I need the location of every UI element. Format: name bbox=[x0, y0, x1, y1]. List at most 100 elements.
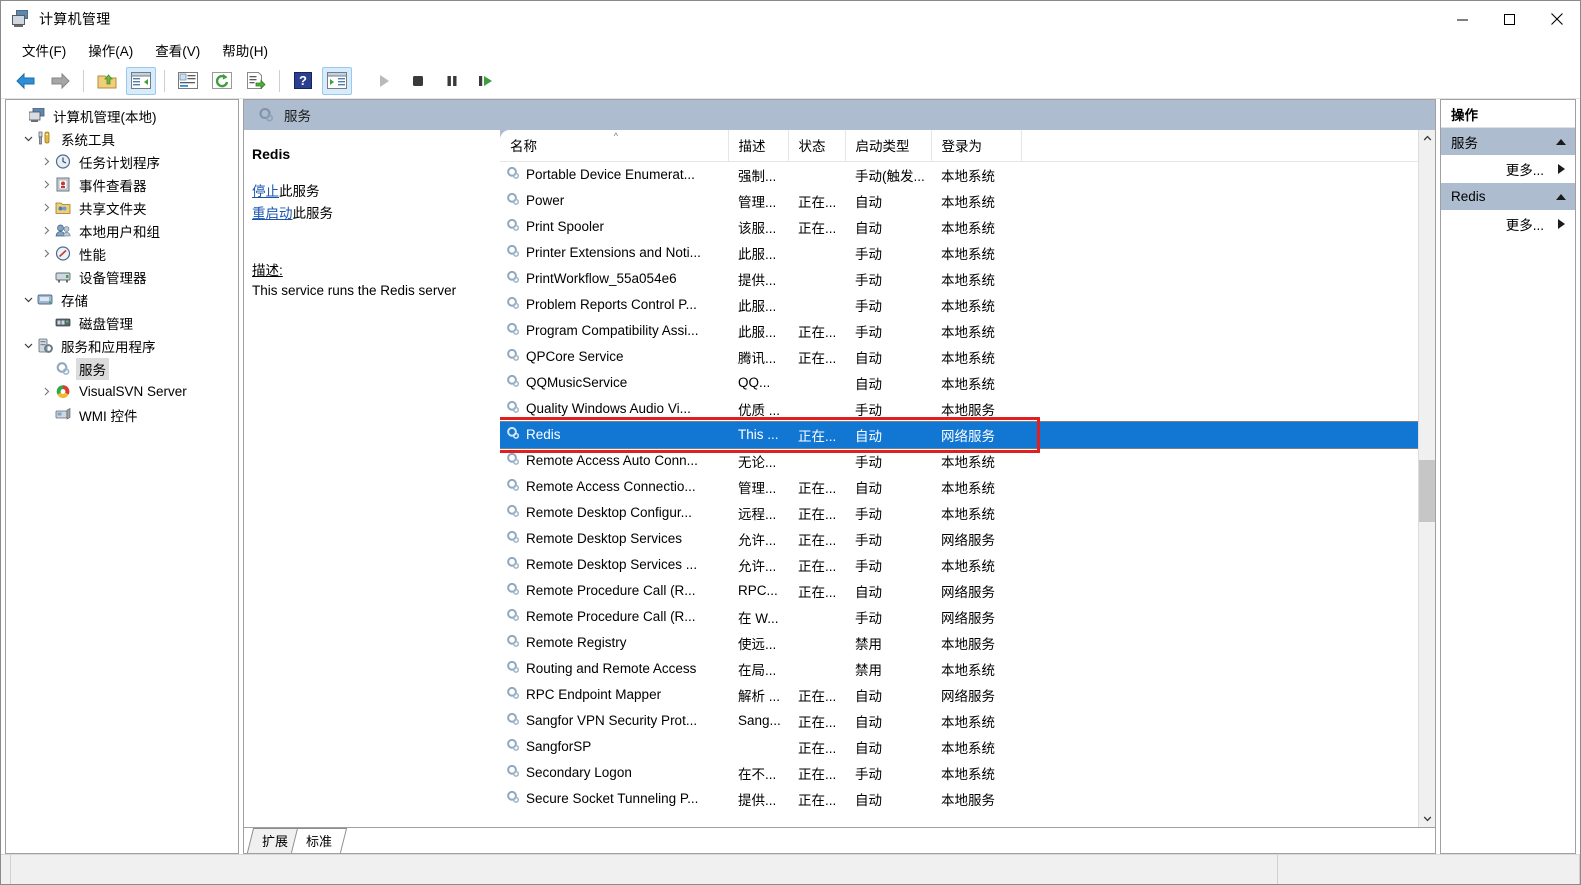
stop-service-link[interactable]: 停止 bbox=[252, 184, 279, 199]
restart-service-icon[interactable] bbox=[471, 67, 501, 95]
table-row[interactable]: Portable Device Enumerat... 强制... 手动(触发...… bbox=[500, 162, 1435, 188]
table-row[interactable]: QQMusicService QQ... 自动 本地系统 bbox=[500, 370, 1435, 396]
close-button[interactable] bbox=[1533, 1, 1580, 37]
tree-item-task-scheduler[interactable]: 任务计划程序 bbox=[6, 150, 238, 173]
properties-icon[interactable] bbox=[173, 67, 203, 95]
actions-group-services[interactable]: 服务 bbox=[1441, 128, 1575, 155]
table-row[interactable]: Routing and Remote Access 在局... 禁用 本地系统 bbox=[500, 656, 1435, 682]
tree-expander-chevron-right-icon[interactable] bbox=[38, 203, 54, 212]
table-row[interactable]: Secure Socket Tunneling P... 提供... 正在... 自动… bbox=[500, 786, 1435, 812]
tree-item-computer-management[interactable]: 计算机管理(本地) bbox=[6, 104, 238, 127]
clock-icon bbox=[54, 154, 72, 169]
table-row[interactable]: RPC Endpoint Mapper 解析 ... 正在... 自动 网络服务 bbox=[500, 682, 1435, 708]
tree-item-local-users-groups[interactable]: 本地用户和组 bbox=[6, 219, 238, 242]
scroll-up-arrow-icon[interactable] bbox=[1419, 130, 1435, 147]
gear-icon bbox=[506, 790, 521, 807]
table-row[interactable]: Secondary Logon 在不... 正在... 手动 本地系统 bbox=[500, 760, 1435, 786]
tree-expander-chevron-right-icon[interactable] bbox=[38, 249, 54, 258]
tree-expander-chevron-right-icon[interactable] bbox=[38, 387, 54, 396]
tree-item-wmi-control[interactable]: WMI 控件 bbox=[6, 403, 238, 426]
tree-expander-chevron-down-icon[interactable] bbox=[20, 341, 36, 350]
tree-expander-chevron-down-icon[interactable] bbox=[20, 134, 36, 143]
menu-help[interactable]: 帮助(H) bbox=[211, 37, 279, 63]
vertical-scrollbar[interactable] bbox=[1418, 130, 1435, 827]
tree-item-shared-folders[interactable]: 共享文件夹 bbox=[6, 196, 238, 219]
column-header-status[interactable]: 状态 bbox=[788, 130, 846, 162]
export-list-icon[interactable] bbox=[241, 67, 271, 95]
tree-item-event-viewer[interactable]: 事件查看器 bbox=[6, 173, 238, 196]
table-row[interactable]: Remote Procedure Call (R... 在 W... 手动 网络服务 bbox=[500, 604, 1435, 630]
tree-expander-chevron-right-icon[interactable] bbox=[38, 226, 54, 235]
menu-file[interactable]: 文件(F) bbox=[11, 37, 77, 63]
cell-filler bbox=[1021, 240, 1435, 266]
table-row[interactable]: Remote Access Auto Conn... 无论... 手动 本地系统 bbox=[500, 448, 1435, 474]
chevron-up-icon[interactable] bbox=[1556, 193, 1566, 200]
scroll-down-arrow-icon[interactable] bbox=[1419, 810, 1435, 827]
console-tree[interactable]: 计算机管理(本地) 系统工具 任务计划程序 事件查看器 共享文件夹 本地用户和组… bbox=[5, 99, 239, 854]
table-row[interactable]: Remote Desktop Services 允许... 正在... 手动 网络服务 bbox=[500, 526, 1435, 552]
table-row[interactable]: Remote Access Connectio... 管理... 正在... 自动 本地… bbox=[500, 474, 1435, 500]
cell-log-on-as: 本地系统 bbox=[941, 454, 995, 470]
table-row[interactable]: Print Spooler 该服... 正在... 自动 本地系统 bbox=[500, 214, 1435, 240]
table-row[interactable]: SangforSP 正在... 自动 本地系统 bbox=[500, 734, 1435, 760]
column-header-description[interactable]: 描述 bbox=[728, 130, 789, 162]
refresh-icon[interactable] bbox=[207, 67, 237, 95]
tree-item-performance[interactable]: 性能 bbox=[6, 242, 238, 265]
tree-expander-chevron-down-icon[interactable] bbox=[20, 295, 36, 304]
table-row[interactable]: Program Compatibility Assi... 此服... 正在... 手… bbox=[500, 318, 1435, 344]
table-row[interactable]: Remote Procedure Call (R... RPC... 正在... 自动… bbox=[500, 578, 1435, 604]
show-action-pane-icon[interactable] bbox=[322, 66, 352, 95]
table-row[interactable]: Remote Desktop Configur... 远程... 正在... 手动 本地… bbox=[500, 500, 1435, 526]
table-row[interactable]: Problem Reports Control P... 此服... 手动 本地系统 bbox=[500, 292, 1435, 318]
forward-icon[interactable] bbox=[45, 67, 75, 95]
restart-service-link[interactable]: 重启动 bbox=[252, 206, 293, 221]
tree-item-label: 本地用户和组 bbox=[79, 224, 160, 240]
table-row[interactable]: Remote Registry 使远... 禁用 本地服务 bbox=[500, 630, 1435, 656]
actions-group-redis[interactable]: Redis bbox=[1441, 183, 1575, 210]
scrollbar-thumb[interactable] bbox=[1419, 460, 1435, 522]
cell-startup-type: 禁用 bbox=[855, 662, 882, 678]
column-header-startup-type[interactable]: 启动类型 bbox=[845, 130, 932, 162]
table-row[interactable]: Remote Desktop Services ... 允许... 正在... 手动 本… bbox=[500, 552, 1435, 578]
chevron-right-icon[interactable] bbox=[1558, 164, 1565, 174]
tree-item-services-and-applications[interactable]: 服务和应用程序 bbox=[6, 334, 238, 357]
menu-action[interactable]: 操作(A) bbox=[77, 37, 144, 63]
chevron-right-icon[interactable] bbox=[1558, 219, 1565, 229]
tree-item-services[interactable]: 服务 bbox=[6, 357, 238, 380]
tree-item-visualsvn-server[interactable]: VisualSVN Server bbox=[6, 380, 238, 403]
show-hide-tree-icon[interactable] bbox=[126, 66, 156, 95]
gear-icon bbox=[506, 738, 521, 755]
chevron-up-icon[interactable] bbox=[1556, 138, 1566, 145]
gear-icon bbox=[506, 712, 521, 729]
maximize-button[interactable] bbox=[1486, 1, 1533, 37]
table-row[interactable]: Printer Extensions and Noti... 此服... 手动 本地系… bbox=[500, 240, 1435, 266]
tab-standard[interactable]: 标准 bbox=[290, 828, 348, 853]
table-row[interactable]: Power 管理... 正在... 自动 本地系统 bbox=[500, 188, 1435, 214]
tree-expander-chevron-right-icon[interactable] bbox=[38, 180, 54, 189]
tree-expander-chevron-right-icon[interactable] bbox=[38, 157, 54, 166]
tree-item-device-manager[interactable]: 设备管理器 bbox=[6, 265, 238, 288]
pause-service-icon[interactable] bbox=[437, 67, 467, 95]
cell-name: Remote Desktop Configur... bbox=[500, 500, 728, 526]
gear-icon bbox=[506, 556, 521, 573]
minimize-button[interactable] bbox=[1439, 1, 1486, 37]
back-icon[interactable] bbox=[11, 67, 41, 95]
up-folder-icon[interactable] bbox=[92, 67, 122, 95]
help-icon[interactable]: ? bbox=[288, 67, 318, 95]
column-header-log-on-as[interactable]: 登录为 bbox=[931, 130, 1022, 162]
table-row[interactable]: Redis This ... 正在... 自动 网络服务 bbox=[500, 420, 1435, 449]
table-row[interactable]: Sangfor VPN Security Prot... Sang... 正在...… bbox=[500, 708, 1435, 734]
actions-more-services[interactable]: 更多... bbox=[1441, 155, 1575, 183]
column-header-name[interactable]: ^ 名称 bbox=[500, 130, 729, 162]
tree-item-storage[interactable]: 存储 bbox=[6, 288, 238, 311]
stop-service-icon[interactable] bbox=[403, 67, 433, 95]
tree-item-disk-management[interactable]: 磁盘管理 bbox=[6, 311, 238, 334]
cell-status: 正在... bbox=[798, 584, 837, 600]
tree-item-system-tools[interactable]: 系统工具 bbox=[6, 127, 238, 150]
table-row[interactable]: PrintWorkflow_55a054e6 提供... 手动 本地系统 bbox=[500, 266, 1435, 292]
menu-view[interactable]: 查看(V) bbox=[144, 37, 211, 63]
start-service-icon[interactable] bbox=[369, 67, 399, 95]
actions-more-redis[interactable]: 更多... bbox=[1441, 210, 1575, 238]
table-row[interactable]: Quality Windows Audio Vi... 优质 ... 手动 本地服务 bbox=[500, 396, 1435, 422]
table-row[interactable]: QPCore Service 腾讯... 正在... 自动 本地系统 bbox=[500, 344, 1435, 370]
